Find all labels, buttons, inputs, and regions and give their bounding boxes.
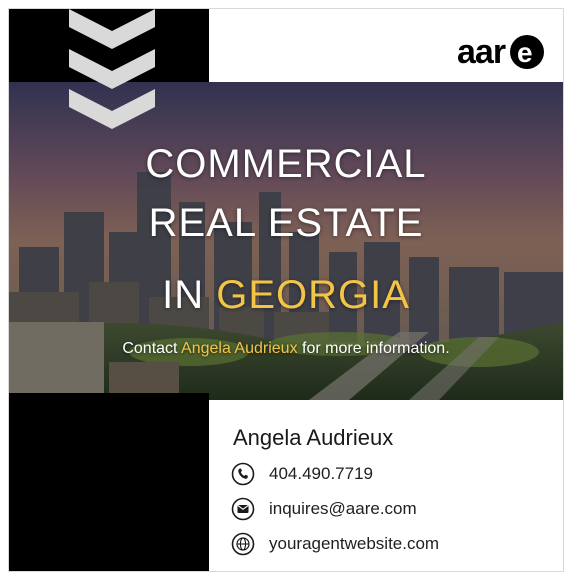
svg-text:e: e bbox=[517, 37, 533, 68]
chevron-down-icon bbox=[69, 9, 155, 129]
mail-icon bbox=[231, 497, 255, 521]
globe-icon bbox=[231, 532, 255, 556]
website-url: youragentwebsite.com bbox=[269, 534, 440, 553]
headline-line-3: IN GEORGIA bbox=[9, 271, 563, 319]
headline-line-1: COMMERCIAL bbox=[145, 142, 427, 186]
black-block-bottom bbox=[9, 393, 209, 571]
website-row[interactable]: youragentwebsite.com bbox=[231, 531, 439, 557]
aare-logo: aar e bbox=[457, 33, 544, 71]
email-address: inquires@aare.com bbox=[269, 499, 417, 518]
svg-text:aar: aar bbox=[457, 33, 506, 71]
contact-prefix: Contact bbox=[122, 340, 182, 357]
contact-line: Contact Angela Audrieux for more informa… bbox=[9, 340, 563, 358]
headline-line-2: REAL ESTATE bbox=[148, 201, 424, 245]
contact-suffix: for more information. bbox=[297, 340, 450, 357]
phone-icon bbox=[231, 462, 255, 486]
agent-name: Angela Audrieux bbox=[233, 425, 394, 450]
flyer: aar e COMMERCIAL REAL ESTATE IN GEORGIA … bbox=[8, 8, 564, 572]
headline-prefix: IN bbox=[162, 273, 217, 317]
headline-highlight: GEORGIA bbox=[216, 273, 410, 317]
phone-number: 404.490.7719 bbox=[269, 464, 373, 483]
email-row[interactable]: inquires@aare.com bbox=[231, 496, 417, 522]
phone-row[interactable]: 404.490.7719 bbox=[231, 461, 373, 487]
contact-name: Angela Audrieux bbox=[181, 340, 298, 357]
